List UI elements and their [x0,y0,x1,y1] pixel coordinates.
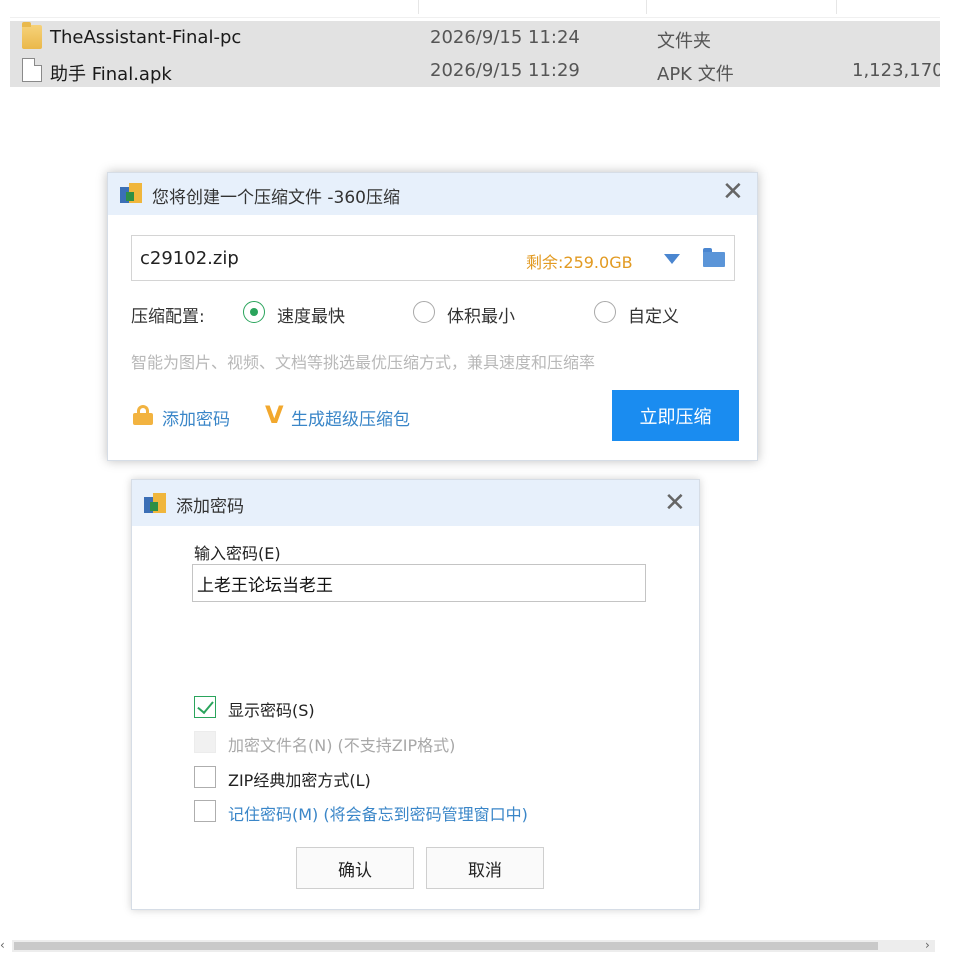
360zip-app-icon [144,493,166,513]
chevron-down-icon[interactable] [664,254,680,264]
encrypt-filename-label: 加密文件名(N) (不支持ZIP格式) [228,736,456,755]
remaining-space: 剩余:259.0GB [526,253,633,272]
browse-folder-icon[interactable] [703,248,725,268]
v-badge-icon: V [265,401,284,429]
file-name: TheAssistant-Final-pc [50,27,242,48]
radio-button-selected[interactable] [243,301,265,323]
column-divider[interactable] [418,0,419,14]
archive-filename-value: c29102.zip [140,248,239,269]
checkbox-disabled [194,731,216,753]
column-divider[interactable] [646,0,647,14]
radio-label: 速度最快 [277,307,345,327]
file-modified-date: 2026/9/15 11:29 [430,60,580,81]
window-edge [940,0,960,955]
archive-filename-field[interactable]: c29102.zip 剩余:259.0GB [131,235,735,281]
ok-button[interactable]: 确认 [296,847,414,889]
remember-password-label: 记住密码(M) (将会备忘到密码管理窗口中) [228,805,528,824]
dialog-titlebar[interactable]: 您将创建一个压缩文件 -360压缩 ✕ [108,173,757,215]
folder-icon [22,22,42,49]
close-icon[interactable]: ✕ [664,490,686,516]
scroll-right-arrow-icon[interactable]: › [925,938,930,952]
compress-now-button[interactable]: 立即压缩 [612,390,739,441]
password-input[interactable] [192,564,646,602]
create-archive-dialog: 您将创建一个压缩文件 -360压缩 ✕ c29102.zip 剩余:259.0G… [107,172,758,461]
file-modified-date: 2026/9/15 11:24 [430,27,580,48]
file-name: 助手 Final.apk [50,64,172,85]
checkbox[interactable] [194,766,216,788]
file-type: APK 文件 [657,64,734,85]
radio-button[interactable] [413,301,435,323]
close-icon[interactable]: ✕ [722,179,744,205]
checkbox[interactable] [194,800,216,822]
scrollbar-thumb[interactable] [14,942,878,950]
file-row[interactable]: TheAssistant-Final-pc 2026/9/15 11:24 文件… [10,21,940,54]
file-icon [22,58,42,82]
radio-button[interactable] [594,301,616,323]
scroll-left-arrow-icon[interactable]: ‹ [0,938,5,952]
password-input-label: 输入密码(E) [194,544,281,563]
radio-label: 体积最小 [447,307,515,327]
lock-icon [133,405,153,425]
add-password-label: 添加密码 [162,410,230,430]
compression-hint: 智能为图片、视频、文档等挑选最优压缩方式，兼具速度和压缩率 [131,353,596,372]
column-header-strip [10,0,940,18]
file-row[interactable]: 助手 Final.apk 2026/9/15 11:29 APK 文件 1,12… [10,54,949,87]
360zip-app-icon [120,183,142,203]
cancel-button[interactable]: 取消 [426,847,544,889]
dialog-title: 添加密码 [176,497,244,517]
show-password-label: 显示密码(S) [228,701,315,720]
radio-label: 自定义 [628,307,679,327]
dialog-title: 您将创建一个压缩文件 -360压缩 [152,188,400,208]
compression-config-label: 压缩配置: [131,307,205,327]
add-password-dialog: 添加密码 ✕ 输入密码(E) 显示密码(S) 加密文件名(N) (不支持ZIP格… [131,479,700,910]
super-package-label: 生成超级压缩包 [291,410,410,430]
file-size: 1,123,170, [852,60,950,81]
dialog-titlebar[interactable]: 添加密码 ✕ [132,480,699,526]
checkbox-checked[interactable] [194,696,216,718]
file-type: 文件夹 [657,31,711,52]
zip-classic-encryption-label: ZIP经典加密方式(L) [228,771,371,790]
column-divider[interactable] [836,0,837,14]
